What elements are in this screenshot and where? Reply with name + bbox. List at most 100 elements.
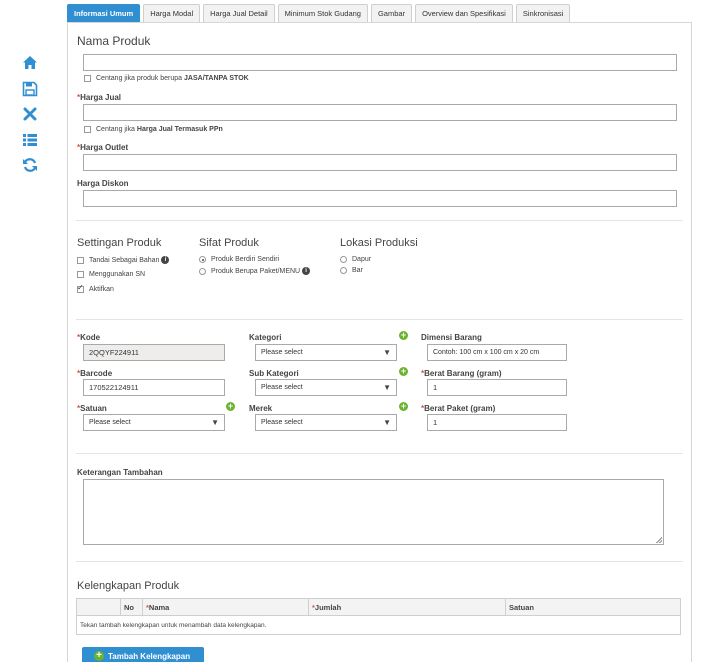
ppn-checkbox[interactable]: Centang jika Harga Jual Termasuk PPn — [84, 126, 223, 133]
berat-barang-label: *Berat Barang (gram) — [421, 369, 502, 378]
harga-outlet-label-text: Harga Outlet — [80, 143, 129, 152]
berdiri-sendiri-radio[interactable] — [199, 256, 206, 263]
dapur-radio[interactable] — [340, 256, 347, 263]
lokasi-item-bar[interactable]: Bar — [340, 267, 363, 274]
column-header-blank — [76, 598, 121, 616]
lokasi-item-dapur[interactable]: Dapur — [340, 256, 371, 263]
divider — [76, 319, 683, 320]
aktifkan-checkbox[interactable] — [77, 283, 84, 293]
column-header-jumlah-text: Jumlah — [314, 602, 342, 612]
satuan-label-text: Satuan — [80, 404, 107, 413]
resize-grip-icon[interactable] — [656, 537, 662, 543]
berat-paket-input[interactable]: 1 — [427, 414, 567, 431]
satuan-select-value: Please select — [89, 419, 131, 426]
settings-item-sn[interactable]: Menggunakan SN — [77, 271, 145, 278]
dapur-label: Dapur — [352, 256, 372, 263]
divider — [76, 561, 683, 562]
side-toolbar — [22, 55, 40, 183]
kelengkapan-table: No *Nama *Jumlah Satuan Tekan tambah kel… — [76, 598, 681, 635]
kategori-label: Kategori — [249, 333, 282, 342]
list-icon[interactable] — [22, 132, 40, 150]
tab-minimum-stok-gudang[interactable]: Minimum Stok Gudang — [277, 4, 368, 22]
berat-paket-label: *Berat Paket (gram) — [421, 404, 496, 413]
tab-overview-spesifikasi[interactable]: Overview dan Spesifikasi — [415, 4, 513, 22]
refresh-icon[interactable] — [22, 157, 40, 175]
merek-select-value: Please select — [261, 419, 303, 426]
satuan-label: *Satuan — [77, 404, 107, 413]
berat-paket-label-text: Berat Paket (gram) — [424, 404, 496, 413]
aktifkan-label: Aktifkan — [89, 286, 114, 293]
sub-kategori-select[interactable]: Please select ▼ — [255, 379, 397, 396]
jasa-checkbox-box[interactable] — [84, 75, 91, 82]
settingan-title: Settingan Produk — [77, 237, 162, 249]
harga-jual-input[interactable] — [83, 104, 677, 121]
barcode-label: *Barcode — [77, 369, 113, 378]
harga-outlet-label: *Harga Outlet — [77, 143, 129, 152]
sn-checkbox[interactable] — [77, 271, 84, 278]
merek-label: Merek — [249, 404, 273, 413]
tandai-bahan-label: Tandai Sebagai Bahan — [89, 256, 160, 264]
kode-label: *Kode — [77, 333, 101, 342]
berat-barang-label-text: Berat Barang (gram) — [424, 369, 502, 378]
jasa-checkbox[interactable]: Centang jika produk berupa JASA/TANPA ST… — [84, 75, 249, 82]
lokasi-title: Lokasi Produksi — [340, 237, 418, 249]
tambah-kelengkapan-label: Tambah Kelengkapan — [108, 651, 191, 661]
keterangan-label: Keterangan Tambahan — [77, 468, 163, 477]
add-satuan-icon[interactable]: + — [226, 402, 235, 411]
caret-down-icon: ▼ — [383, 383, 391, 392]
close-icon[interactable] — [22, 106, 40, 124]
ppn-checkbox-prefix: Centang jika — [96, 126, 135, 133]
harga-jual-label-text: Harga Jual — [80, 93, 122, 102]
add-merek-icon[interactable]: + — [399, 402, 408, 411]
kategori-select-value: Please select — [261, 349, 303, 356]
tab-harga-jual-detail[interactable]: Harga Jual Detail — [203, 4, 275, 22]
tab-bar: Informasi Umum Harga Modal Harga Jual De… — [67, 4, 573, 23]
tambah-kelengkapan-button[interactable]: + Tambah Kelengkapan — [82, 647, 204, 662]
column-header-nama: *Nama — [142, 598, 309, 616]
main-panel: Nama Produk Centang jika produk berupa J… — [67, 22, 692, 662]
kategori-select[interactable]: Please select ▼ — [255, 344, 397, 361]
keterangan-textarea[interactable] — [83, 479, 664, 545]
harga-diskon-input[interactable] — [83, 190, 677, 207]
satuan-select[interactable]: Please select ▼ — [83, 414, 225, 431]
kode-input[interactable]: 2QQYF224911 — [83, 344, 225, 361]
dimensi-input[interactable]: Contoh: 100 cm x 100 cm x 20 cm — [427, 344, 567, 361]
table-header-row: No *Nama *Jumlah Satuan — [76, 598, 681, 616]
harga-outlet-input[interactable] — [83, 154, 677, 171]
tab-harga-modal[interactable]: Harga Modal — [143, 4, 201, 22]
info-icon[interactable]: i — [161, 256, 170, 264]
kelengkapan-title: Kelengkapan Produk — [77, 580, 180, 592]
ppn-checkbox-bold: Harga Jual Termasuk PPn — [136, 126, 223, 133]
settings-item-aktifkan[interactable]: Aktifkan — [77, 283, 114, 293]
tab-gambar[interactable]: Gambar — [370, 4, 413, 22]
tab-informasi-umum[interactable]: Informasi Umum — [67, 4, 141, 22]
add-kategori-icon[interactable]: + — [399, 331, 408, 340]
merek-select[interactable]: Please select ▼ — [255, 414, 397, 431]
add-sub-kategori-icon[interactable]: + — [399, 367, 408, 376]
column-header-no: No — [120, 598, 143, 616]
settings-item-tandai-bahan[interactable]: Tandai Sebagai Bahan i — [77, 256, 170, 264]
sifat-item-paket[interactable]: Produk Berupa Paket/MENU i — [199, 267, 311, 275]
divider — [76, 453, 683, 454]
barcode-input[interactable]: 170522124911 — [83, 379, 225, 396]
sifat-item-berdiri-sendiri[interactable]: Produk Berdiri Sendiri — [199, 256, 279, 263]
ppn-checkbox-box[interactable] — [84, 126, 91, 133]
caret-down-icon: ▼ — [383, 418, 391, 427]
info-icon[interactable]: i — [302, 267, 311, 275]
berat-barang-input[interactable]: 1 — [427, 379, 567, 396]
tandai-bahan-checkbox[interactable] — [77, 256, 84, 264]
barcode-label-text: Barcode — [80, 369, 113, 378]
tab-sinkronisasi[interactable]: Sinkronisasi — [515, 4, 571, 22]
empty-table-message: Tekan tambah kelengkapan untuk menambah … — [76, 615, 681, 635]
column-header-jumlah: *Jumlah — [308, 598, 506, 616]
jasa-checkbox-bold: JASA/TANPA STOK — [184, 75, 249, 82]
home-icon[interactable] — [22, 55, 40, 73]
paket-radio[interactable] — [199, 267, 206, 275]
save-icon[interactable] — [22, 81, 40, 99]
column-header-nama-text: Nama — [148, 602, 170, 612]
paket-label: Produk Berupa Paket/MENU — [211, 267, 301, 275]
harga-diskon-label: Harga Diskon — [77, 179, 129, 188]
bar-radio[interactable] — [340, 267, 347, 274]
nama-produk-input[interactable] — [83, 54, 677, 71]
table-row: Tekan tambah kelengkapan untuk menambah … — [76, 615, 681, 635]
